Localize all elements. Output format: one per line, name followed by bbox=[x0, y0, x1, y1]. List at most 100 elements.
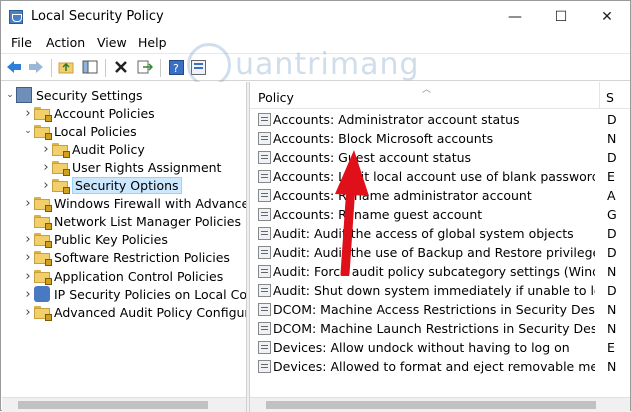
maximize-button[interactable]: ☐ bbox=[538, 1, 584, 33]
policy-row[interactable]: Accounts: Rename administrator account A bbox=[250, 186, 630, 205]
folder-icon bbox=[34, 305, 52, 321]
tree-item[interactable]: › Public Key Policies bbox=[22, 231, 168, 249]
policy-row[interactable]: Accounts: Rename guest account G bbox=[250, 205, 630, 224]
collapsed-chevron-icon[interactable]: › bbox=[22, 196, 34, 211]
collapsed-chevron-icon[interactable]: › bbox=[40, 142, 52, 157]
policy-icon bbox=[258, 208, 271, 221]
policy-row[interactable]: Accounts: Limit local account use of bla… bbox=[250, 167, 630, 186]
policy-name: Audit: Shut down system immediately if u… bbox=[273, 283, 595, 298]
tree-item-label: Security Settings bbox=[36, 87, 143, 103]
tree-item-label: User Rights Assignment bbox=[72, 159, 222, 175]
back-arrow-icon[interactable] bbox=[5, 58, 23, 76]
menu-view[interactable]: View bbox=[97, 35, 127, 50]
expanded-chevron-icon[interactable]: ⌄ bbox=[4, 90, 16, 100]
policy-security-setting: N bbox=[607, 359, 617, 374]
menu-action[interactable]: Action bbox=[46, 35, 85, 50]
security-settings-icon bbox=[16, 87, 32, 103]
collapsed-chevron-icon[interactable]: › bbox=[22, 106, 34, 121]
policy-name: DCOM: Machine Launch Restrictions in Sec… bbox=[273, 321, 595, 336]
policy-row[interactable]: DCOM: Machine Access Restrictions in Sec… bbox=[250, 300, 630, 319]
policy-security-setting: G bbox=[607, 207, 617, 222]
folder-icon bbox=[34, 197, 52, 213]
policy-security-setting: E bbox=[607, 169, 615, 184]
tree-item[interactable]: › Advanced Audit Policy Configuration bbox=[22, 303, 246, 321]
export-list-icon[interactable] bbox=[136, 58, 154, 76]
expanded-chevron-icon[interactable]: ⌄ bbox=[22, 126, 34, 136]
tree-item[interactable]: › Audit Policy bbox=[40, 140, 145, 158]
policy-row[interactable]: Accounts: Administrator account status D bbox=[250, 110, 630, 129]
ip-security-icon bbox=[34, 286, 50, 303]
policy-row[interactable]: DCOM: Machine Launch Restrictions in Sec… bbox=[250, 319, 630, 338]
policy-row[interactable]: Accounts: Block Microsoft accounts N bbox=[250, 129, 630, 148]
policy-name: Accounts: Block Microsoft accounts bbox=[273, 131, 494, 146]
list-header: ︿ Policy S bbox=[250, 82, 630, 109]
tree-item-label: Security Options bbox=[72, 177, 182, 194]
title-bar[interactable]: Local Security Policy — ☐ ✕ bbox=[1, 1, 630, 33]
tree-item-label: Advanced Audit Policy Configuration bbox=[54, 304, 246, 320]
app-icon bbox=[9, 10, 23, 24]
policy-security-setting: D bbox=[607, 283, 617, 298]
collapsed-chevron-icon[interactable]: › bbox=[40, 178, 52, 193]
policy-name: Accounts: Administrator account status bbox=[273, 112, 520, 127]
policy-security-setting: D bbox=[607, 150, 617, 165]
policy-icon bbox=[258, 284, 271, 297]
policy-row[interactable]: Devices: Allow undock without having to … bbox=[250, 338, 630, 357]
tree-item[interactable]: › Security Options bbox=[40, 177, 182, 195]
delete-icon[interactable] bbox=[112, 58, 130, 76]
collapsed-chevron-icon[interactable]: › bbox=[40, 160, 52, 175]
policy-security-setting: N bbox=[607, 264, 617, 279]
policy-row[interactable]: Devices: Allowed to format and eject rem… bbox=[250, 357, 630, 376]
policy-icon bbox=[258, 265, 271, 278]
red-annotation-arrow bbox=[335, 150, 369, 276]
policy-row[interactable]: Accounts: Guest account status D bbox=[250, 148, 630, 167]
tree-item-label: Audit Policy bbox=[72, 141, 145, 157]
forward-arrow-icon[interactable] bbox=[27, 58, 45, 76]
collapsed-chevron-icon[interactable]: › bbox=[22, 305, 34, 320]
tree-item-label: Network List Manager Policies bbox=[54, 214, 241, 230]
collapsed-chevron-icon[interactable]: › bbox=[22, 250, 34, 265]
collapsed-chevron-icon[interactable]: › bbox=[22, 269, 34, 284]
policy-row[interactable]: Audit: Force audit policy subcategory se… bbox=[250, 262, 630, 281]
show-hide-tree-icon[interactable] bbox=[81, 58, 99, 76]
policy-icon bbox=[258, 227, 271, 240]
local-security-policy-window: Local Security Policy — ☐ ✕ File Action … bbox=[0, 0, 631, 412]
properties-icon[interactable] bbox=[189, 58, 207, 76]
policy-icon bbox=[258, 189, 271, 202]
tree-item[interactable]: Network List Manager Policies bbox=[22, 213, 241, 231]
policy-row[interactable]: Audit: Audit the access of global system… bbox=[250, 224, 630, 243]
tree-item[interactable]: › IP Security Policies on Local Compute bbox=[22, 285, 246, 303]
minimize-button[interactable]: — bbox=[492, 1, 538, 33]
close-button[interactable]: ✕ bbox=[584, 1, 630, 33]
folder-icon bbox=[52, 160, 70, 176]
tree-item[interactable]: › Windows Firewall with Advanced Secu bbox=[22, 195, 246, 213]
folder-icon bbox=[34, 106, 52, 122]
policy-name: Devices: Allowed to format and eject rem… bbox=[273, 359, 595, 374]
tree-item[interactable]: ⌄ Local Policies bbox=[22, 122, 137, 140]
column-header-policy[interactable]: Policy bbox=[258, 90, 294, 105]
policy-row[interactable]: Audit: Shut down system immediately if u… bbox=[250, 281, 630, 300]
up-folder-icon[interactable] bbox=[57, 58, 75, 76]
folder-icon bbox=[52, 179, 70, 194]
collapsed-chevron-icon[interactable]: › bbox=[22, 287, 34, 302]
help-icon[interactable]: ? bbox=[167, 58, 185, 76]
policy-security-setting: N bbox=[607, 321, 617, 336]
tree-item-label: Account Policies bbox=[54, 105, 155, 121]
column-header-security-setting[interactable]: S bbox=[606, 90, 614, 105]
policy-row[interactable]: Audit: Audit the use of Backup and Resto… bbox=[250, 243, 630, 262]
tree-item[interactable]: › Account Policies bbox=[22, 104, 155, 122]
list-horizontal-scrollbar[interactable] bbox=[250, 397, 630, 412]
tree-item[interactable]: › Software Restriction Policies bbox=[22, 249, 230, 267]
tree-item[interactable]: › Application Control Policies bbox=[22, 267, 223, 285]
menu-file[interactable]: File bbox=[11, 35, 32, 50]
policy-icon bbox=[258, 360, 271, 373]
tree-item-label: IP Security Policies on Local Compute bbox=[54, 286, 246, 302]
menu-bar: File Action View Help bbox=[1, 33, 630, 53]
tree-horizontal-scrollbar[interactable] bbox=[2, 397, 246, 412]
policy-security-setting: D bbox=[607, 112, 617, 127]
tree-item[interactable]: › User Rights Assignment bbox=[40, 158, 221, 176]
collapsed-chevron-icon[interactable]: › bbox=[22, 232, 34, 247]
policy-security-setting: N bbox=[607, 131, 617, 146]
policy-icon bbox=[258, 246, 271, 259]
menu-help[interactable]: Help bbox=[138, 35, 167, 50]
tree-item[interactable]: ⌄ Security Settings bbox=[4, 86, 143, 104]
